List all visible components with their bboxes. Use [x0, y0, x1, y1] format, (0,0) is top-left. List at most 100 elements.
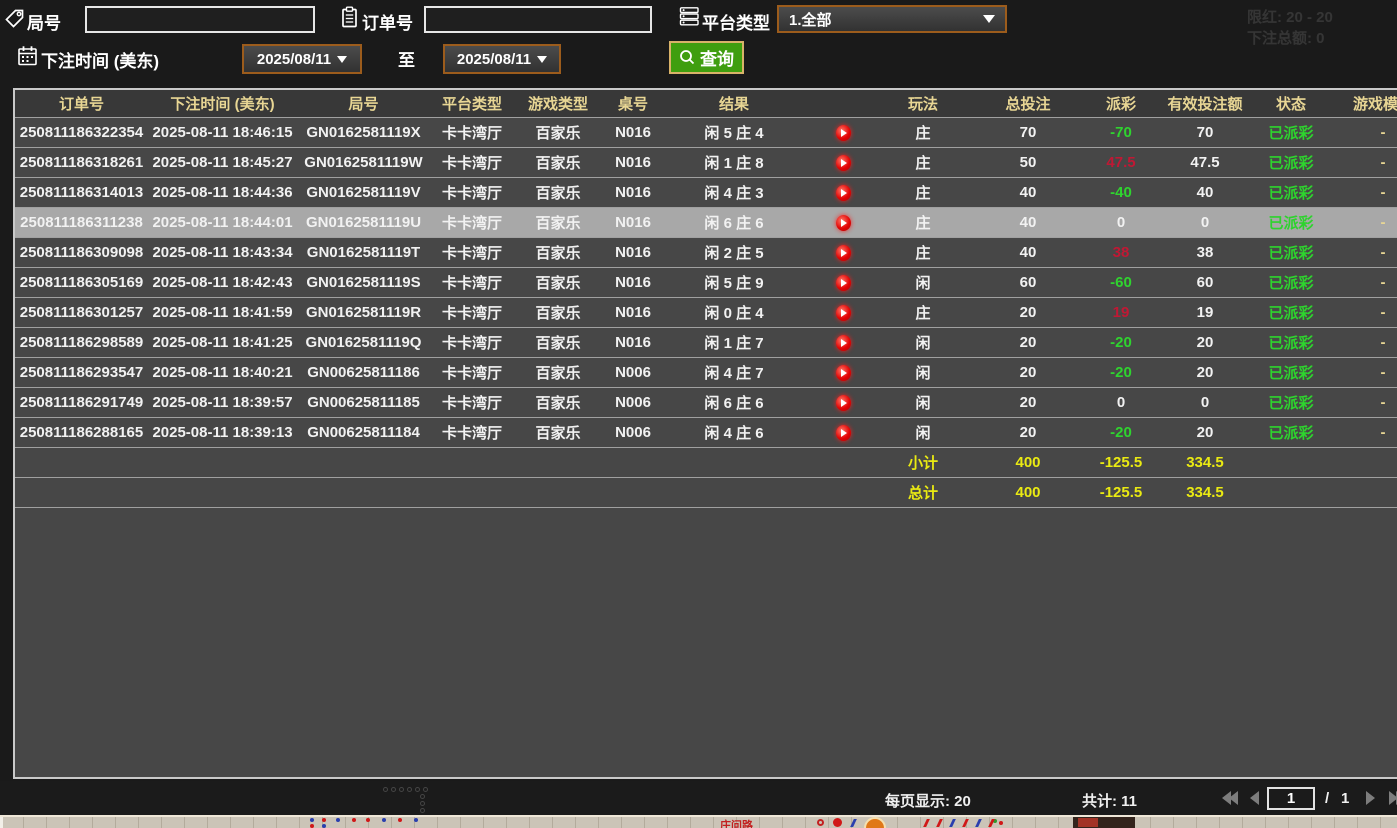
column-header-bet_time[interactable]: 下注时间 (美东) [148, 90, 297, 117]
cell-game_type: 百家乐 [535, 305, 581, 322]
cell-valid_bet: 20 [1196, 364, 1214, 381]
play-icon[interactable] [835, 394, 851, 411]
cell-order_no: 250811186318261 [19, 154, 144, 171]
order-no-input[interactable] [424, 6, 652, 33]
cell-payout: -40 [1110, 184, 1132, 201]
cell-total_bet: 20 [1019, 394, 1037, 411]
column-header-result[interactable]: 结果 [664, 90, 882, 117]
cell-play_method: 闲 [915, 275, 931, 292]
column-header-game_no[interactable]: 局号 [297, 90, 430, 117]
subtotal-play_method: 小计 [907, 455, 938, 472]
play-icon[interactable] [835, 304, 851, 321]
cell-table_no: N006 [615, 364, 651, 381]
cell-payout: -70 [1110, 124, 1132, 141]
subtotal-game_mode [1322, 448, 1397, 477]
column-header-game_type[interactable]: 游戏类型 [514, 90, 602, 117]
play-icon[interactable] [835, 214, 851, 231]
cell-game_mode: - [1380, 304, 1386, 321]
play-icon[interactable] [835, 334, 851, 351]
play-icon[interactable] [835, 274, 851, 291]
grand-total-payout: -125.5 [1099, 484, 1143, 501]
date-to-dropdown[interactable]: 2025/08/11 [443, 44, 561, 74]
column-header-table_no[interactable]: 桌号 [602, 90, 664, 117]
play-triangle-icon [841, 248, 847, 257]
cell-play_method: 闲 [915, 425, 931, 442]
next-page-button[interactable] [1366, 791, 1375, 805]
table-row[interactable]: 250811186314013 2025-08-11 18:44:36 GN0162… [15, 178, 1397, 208]
column-header-valid_bet[interactable]: 有效投注额 [1150, 90, 1260, 117]
last-page-button[interactable] [1389, 791, 1397, 805]
result-text: 闲 6 庄 6 [704, 215, 764, 232]
cell-payout: 47.5 [1106, 154, 1136, 171]
table-row[interactable]: 250811186305169 2025-08-11 18:42:43 GN0162… [15, 268, 1397, 298]
table-row[interactable]: 250811186291749 2025-08-11 18:39:57 GN0062… [15, 388, 1397, 418]
cell-result: 闲 6 庄 6 [664, 388, 882, 417]
play-triangle-icon [841, 398, 847, 407]
cell-game_no: GN0162581119V [306, 184, 421, 201]
cell-play_method: 庄 [915, 245, 931, 262]
cell-result: 闲 5 庄 4 [664, 118, 882, 147]
table-row[interactable]: 250811186288165 2025-08-11 18:39:13 GN0062… [15, 418, 1397, 448]
subtotal-row: 小计 400 -125.5 334.5 [15, 448, 1397, 478]
cell-table_no: N016 [615, 334, 651, 351]
cell-game_type: 百家乐 [535, 395, 581, 412]
cell-bet_time: 2025-08-11 18:44:01 [152, 214, 293, 231]
column-header-platform[interactable]: 平台类型 [430, 90, 514, 117]
date-from-dropdown[interactable]: 2025/08/11 [242, 44, 362, 74]
cell-result: 闲 1 庄 7 [664, 328, 882, 357]
cell-valid_bet: 40 [1196, 184, 1214, 201]
results-table-body: 订单号 下注时间 (美东) 局号 平台类型 游戏类型 桌号 结果 玩法 总投注 派彩 有效投注额 状态… [15, 90, 1397, 508]
cell-game_no: GN0162581119Q [305, 334, 422, 351]
road-label: 庄问路 [720, 820, 753, 828]
table-row[interactable]: 250811186322354 2025-08-11 18:46:15 GN0162… [15, 118, 1397, 148]
play-icon[interactable] [835, 184, 851, 201]
cell-game_no: GN0162581119U [305, 214, 422, 231]
cell-bet_time: 2025-08-11 18:44:36 [152, 184, 293, 201]
play-triangle-icon [841, 338, 847, 347]
cell-order_no: 250811186293547 [19, 364, 144, 381]
cell-bet_time: 2025-08-11 18:40:21 [152, 364, 293, 381]
cell-total_bet: 50 [1019, 154, 1037, 171]
column-header-total_bet[interactable]: 总投注 [964, 90, 1092, 117]
column-header-order_no[interactable]: 订单号 [15, 90, 148, 117]
cell-valid_bet: 38 [1196, 244, 1214, 261]
background-bleed-text: 限红: 20 - 20 [1247, 9, 1333, 26]
column-header-payout[interactable]: 派彩 [1092, 90, 1150, 117]
grand-total-status [1260, 478, 1322, 507]
cell-order_no: 250811186288165 [19, 424, 144, 441]
column-header-play_method[interactable]: 玩法 [882, 90, 964, 117]
prev-page-button[interactable] [1250, 791, 1259, 805]
current-page-input[interactable]: 1 [1267, 787, 1315, 810]
play-icon[interactable] [835, 424, 851, 441]
platform-type-dropdown[interactable]: 1.全部 [777, 5, 1007, 33]
table-row[interactable]: 250811186318261 2025-08-11 18:45:27 GN0162… [15, 148, 1397, 178]
query-button[interactable]: 查询 [669, 41, 744, 74]
cell-result: 闲 5 庄 9 [664, 268, 882, 297]
play-icon[interactable] [835, 244, 851, 261]
per-page-text: 每页显示: 20 [885, 793, 971, 810]
table-row[interactable]: 250811186293547 2025-08-11 18:40:21 GN0062… [15, 358, 1397, 388]
grand-total-valid_bet: 334.5 [1186, 484, 1224, 501]
game-no-input[interactable] [85, 6, 315, 33]
cell-payout: 0 [1116, 394, 1126, 411]
column-header-game_mode[interactable]: 游戏模式 [1322, 90, 1397, 117]
table-row[interactable]: 250811186309098 2025-08-11 18:43:34 GN0162… [15, 238, 1397, 268]
subtotal-valid_bet: 334.5 [1186, 454, 1224, 471]
calendar-icon [17, 45, 38, 72]
play-icon[interactable] [835, 364, 851, 381]
cell-platform: 卡卡湾厅 [441, 125, 502, 142]
table-row[interactable]: 250811186301257 2025-08-11 18:41:59 GN0162… [15, 298, 1397, 328]
subtotal-status [1260, 448, 1322, 477]
cell-platform: 卡卡湾厅 [441, 365, 502, 382]
table-row[interactable]: 250811186298589 2025-08-11 18:41:25 GN0162… [15, 328, 1397, 358]
date-to-value: 2025/08/11 [456, 50, 532, 68]
table-row[interactable]: 250811186311238 2025-08-11 18:44:01 GN0162… [15, 208, 1397, 238]
first-page-button[interactable] [1222, 791, 1238, 805]
cell-play_method: 庄 [915, 125, 931, 142]
cell-game_type: 百家乐 [535, 425, 581, 442]
cell-result: 闲 4 庄 6 [664, 418, 882, 447]
query-button-label: 查询 [700, 50, 734, 69]
column-header-status[interactable]: 状态 [1260, 90, 1322, 117]
play-icon[interactable] [835, 154, 851, 171]
play-icon[interactable] [835, 124, 851, 141]
